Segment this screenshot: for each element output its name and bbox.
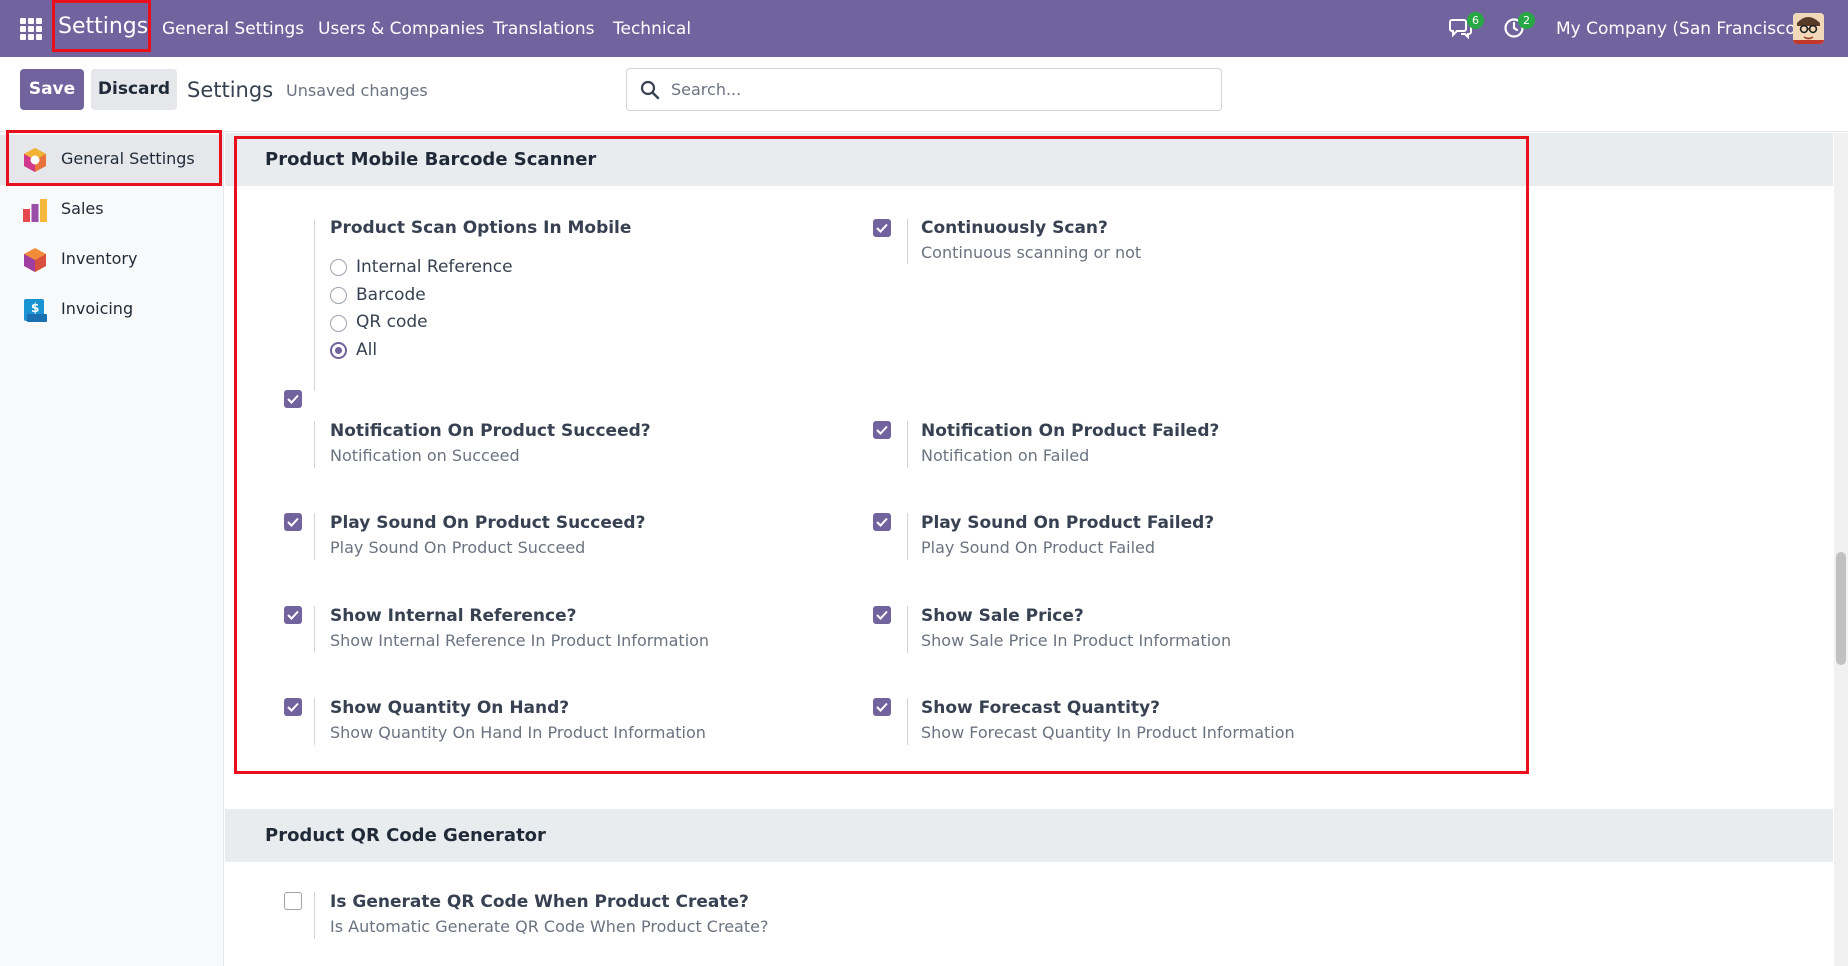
setting-description: Is Automatic Generate QR Code When Produ… xyxy=(330,917,769,936)
vertical-scrollbar[interactable] xyxy=(1834,133,1848,966)
sidebar-item-label: Sales xyxy=(61,199,104,218)
section-header-qr-generator: Product QR Code Generator xyxy=(225,809,1833,862)
highlight-general-settings xyxy=(6,130,222,186)
search-placeholder: Search... xyxy=(671,80,742,99)
settings-sidebar: General Settings Sales Inventory $ Invoi… xyxy=(0,132,224,966)
highlight-barcode-scanner-section xyxy=(234,136,1529,774)
menu-technical[interactable]: Technical xyxy=(613,19,691,39)
menu-translations[interactable]: Translations xyxy=(493,19,595,39)
sales-app-icon xyxy=(22,197,48,223)
sidebar-item-label: Inventory xyxy=(61,249,138,268)
control-panel: Save Discard Settings Unsaved changes Se… xyxy=(0,57,1848,132)
sidebar-item-label: Invoicing xyxy=(61,299,134,318)
search-icon xyxy=(640,80,660,105)
menu-users-companies[interactable]: Users & Companies xyxy=(318,19,485,39)
breadcrumb-title: Settings xyxy=(187,78,274,102)
search-input[interactable]: Search... xyxy=(626,68,1222,111)
sidebar-item-inventory[interactable]: Inventory xyxy=(0,235,224,285)
scrollbar-thumb[interactable] xyxy=(1836,552,1846,665)
checkbox-generate-qr-on-create[interactable] xyxy=(284,892,302,910)
inventory-app-icon xyxy=(22,247,48,273)
unsaved-changes-indicator: Unsaved changes xyxy=(286,81,428,100)
activity-count-badge: 2 xyxy=(1518,12,1535,29)
chat-count-badge: 6 xyxy=(1467,12,1484,29)
svg-text:$: $ xyxy=(31,301,39,315)
sidebar-item-invoicing[interactable]: $ Invoicing xyxy=(0,285,224,335)
invoicing-app-icon: $ xyxy=(22,297,48,323)
top-navbar: Settings General Settings Users & Compan… xyxy=(0,0,1848,57)
discard-button[interactable]: Discard xyxy=(91,69,177,110)
highlight-app-title xyxy=(52,0,151,52)
menu-general-settings[interactable]: General Settings xyxy=(162,19,304,39)
setting-title: Is Generate QR Code When Product Create? xyxy=(330,892,749,912)
user-avatar[interactable] xyxy=(1793,13,1824,44)
sidebar-item-sales[interactable]: Sales xyxy=(0,185,224,235)
company-switcher[interactable]: My Company (San Francisco) xyxy=(1556,19,1802,39)
section-title: Product QR Code Generator xyxy=(265,825,546,846)
setting-divider xyxy=(314,892,315,939)
apps-menu-icon[interactable] xyxy=(20,18,42,40)
save-button[interactable]: Save xyxy=(20,69,84,110)
